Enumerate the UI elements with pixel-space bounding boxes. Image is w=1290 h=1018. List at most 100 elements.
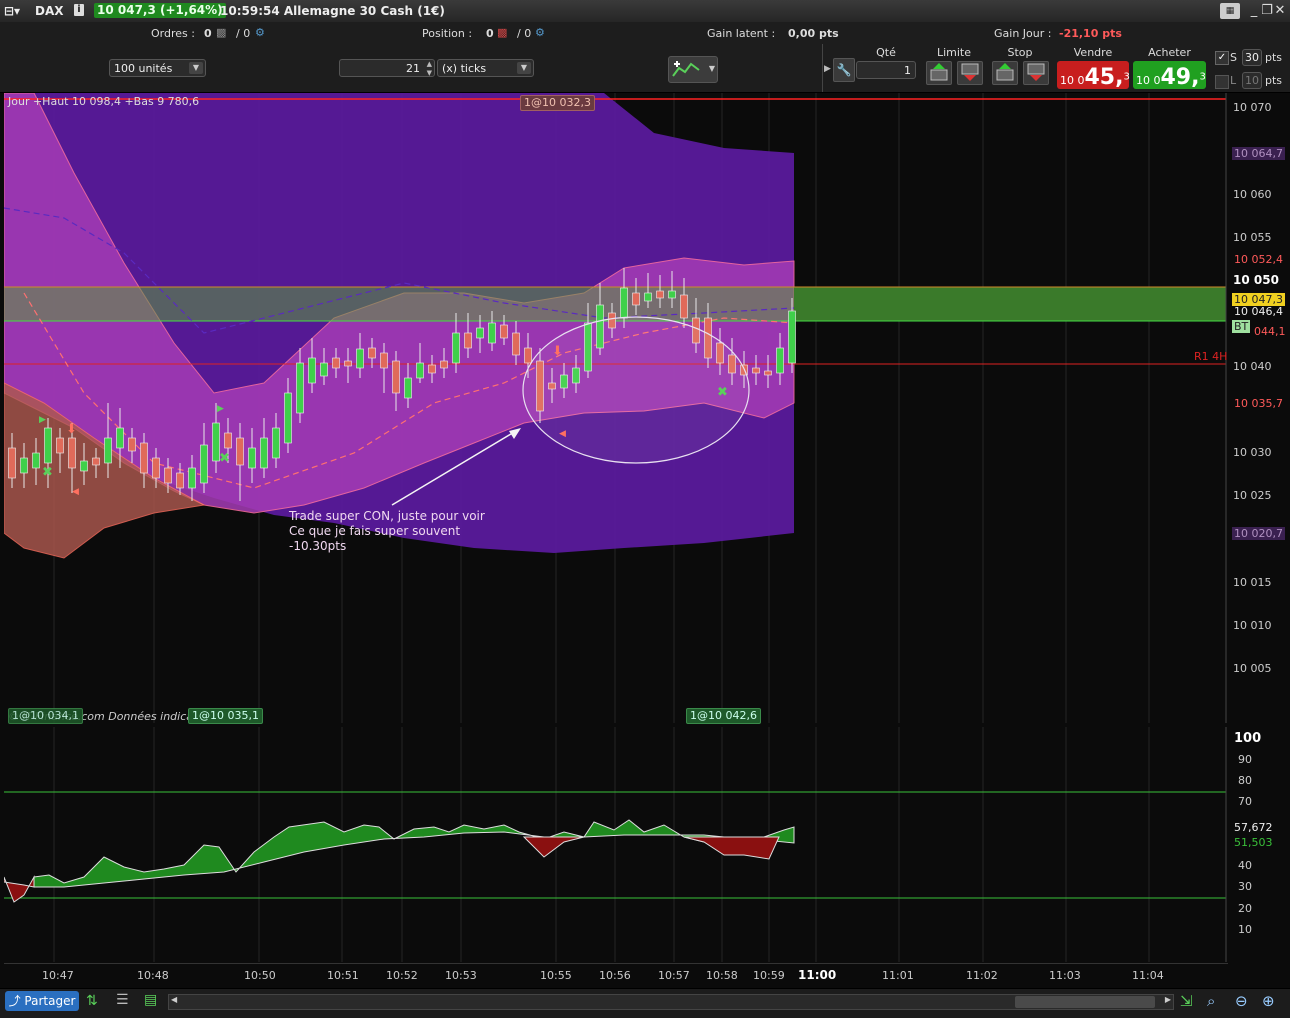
scroll-right-icon[interactable]: ▶ — [1165, 995, 1171, 1004]
order-tag-bottom-2[interactable]: 1@10 035,1 — [188, 708, 263, 724]
order-tag-bottom-3[interactable]: 1@10 042,6 — [686, 708, 761, 724]
candle-body — [668, 290, 676, 299]
order-tag-top[interactable]: 1@10 032,3 — [520, 95, 595, 111]
indicators-icon[interactable]: ⇅ — [86, 993, 98, 1009]
pivot-tag: 044,1 — [1254, 325, 1286, 338]
qty-input[interactable]: 1 — [856, 61, 916, 79]
limit-checkbox[interactable] — [1215, 75, 1229, 89]
candle-body — [380, 352, 388, 369]
annotation-line-1: Trade super CON, juste pour voir — [289, 509, 485, 523]
scroll-thumb[interactable] — [1015, 996, 1155, 1008]
qty-value: 1 — [904, 64, 911, 77]
oscillator-canvas — [4, 727, 1228, 962]
osc-value-1: 57,672 — [1234, 821, 1273, 834]
info-icon[interactable]: i — [74, 4, 84, 16]
table-icon[interactable]: ▤ — [144, 992, 157, 1008]
candle-body — [680, 294, 688, 319]
stop-buy-button[interactable] — [992, 61, 1018, 85]
zoom-fit-icon[interactable]: ⌕ — [1207, 992, 1215, 1010]
share-button[interactable]: ⤴ Partager — [5, 991, 79, 1011]
trade-annotation[interactable]: Trade super CON, juste pour voir Ce que … — [289, 509, 485, 554]
units-select[interactable]: 100 unités ▼ — [109, 59, 206, 77]
scroll-left-icon[interactable]: ◀ — [171, 995, 177, 1004]
y-tick: 10 070 — [1233, 101, 1272, 114]
y-tick: 10 040 — [1233, 360, 1272, 373]
l-unit: pts — [1265, 74, 1283, 87]
share-label: Partager — [24, 994, 76, 1008]
stop-checkbox[interactable]: ✓ — [1215, 51, 1229, 65]
sell-price-sup: 3 — [1123, 71, 1130, 83]
candle-body — [200, 444, 208, 484]
oscillator-chart[interactable]: 100 90 80 70 40 30 20 10 57,672 51,503 — [4, 727, 1273, 962]
autoscale-icon[interactable]: ⇲ — [1180, 992, 1193, 1010]
wrench-icon[interactable]: 🔧 — [833, 58, 855, 82]
time-tick: 10:47 — [42, 969, 74, 982]
s-input[interactable]: 30 — [1242, 49, 1262, 66]
zoom-out-icon[interactable]: ⊖ — [1235, 992, 1248, 1010]
price-chart-canvas: ✖ ✖ ✖ ⬇ ⬇ ▶ ▶ ◀ ◀ — [4, 93, 1228, 723]
upper-band-tag: 10 064,7 — [1232, 147, 1285, 160]
candle-body — [344, 360, 352, 367]
ticks-input[interactable]: 21 ▲ ▼ — [339, 59, 435, 77]
price-chart[interactable]: ✖ ✖ ✖ ⬇ ⬇ ▶ ▶ ◀ ◀ Jour +Haut 10 098,4 +B… — [4, 93, 1286, 724]
position-total: / 0 — [517, 27, 532, 40]
buy-triangle-icon: ▶ — [39, 415, 46, 425]
osc-y-tick: 30 — [1238, 880, 1252, 893]
time-scrollbar[interactable]: ◀ ▶ — [168, 994, 1174, 1010]
candle-body — [524, 347, 532, 364]
candle-body — [164, 467, 172, 484]
order-tag-bottom-1[interactable]: 1@10 034,1 — [8, 708, 83, 724]
time-tick: 11:01 — [882, 969, 914, 982]
price-change-badge: 10 047,3 (+1,64%) — [94, 3, 226, 18]
candle-body — [440, 360, 448, 369]
close-position-icon[interactable]: ▩ — [497, 26, 507, 39]
time-tick: 10:48 — [137, 969, 169, 982]
list-icon[interactable]: ☰ — [116, 992, 129, 1008]
limit-sell-button[interactable] — [957, 61, 983, 85]
time-tick: 10:56 — [599, 969, 631, 982]
time-tick: 10:50 — [244, 969, 276, 982]
ticks-unit-select[interactable]: (x) ticks ▼ — [437, 59, 534, 77]
spinner-icon[interactable]: ▲ ▼ — [427, 60, 432, 78]
y-tick: 10 030 — [1233, 446, 1272, 459]
stop-sell-button[interactable] — [1023, 61, 1049, 85]
sell-arrow-icon: ⬇ — [552, 344, 563, 359]
candle-body — [620, 287, 628, 319]
l-label: L — [1230, 74, 1237, 87]
osc-y-tick: 100 — [1234, 731, 1262, 746]
close-button[interactable]: ✕ — [1272, 3, 1288, 19]
candle-body — [248, 447, 256, 469]
y-tick: 10 060 — [1233, 188, 1272, 201]
chart-tools-button[interactable]: ▼ — [668, 56, 718, 83]
expand-arrow-icon[interactable]: ▶ — [824, 64, 831, 74]
green-zone-future — [794, 287, 1226, 321]
candle-body — [116, 427, 124, 449]
cancel-orders-icon[interactable]: ▩ — [216, 26, 226, 39]
candle-body — [296, 362, 304, 414]
lower-red-tag: 10 035,7 — [1234, 397, 1283, 410]
candle-body — [140, 442, 148, 474]
orders-settings-icon[interactable]: ⚙ — [255, 26, 265, 39]
osc-y-tick: 40 — [1238, 859, 1252, 872]
zoom-in-icon[interactable]: ⊕ — [1262, 992, 1275, 1010]
sell-button[interactable]: 10 045,3 — [1057, 61, 1130, 90]
keyboard-icon[interactable]: ▦ — [1220, 3, 1240, 19]
candle-body — [68, 437, 76, 469]
position-settings-icon[interactable]: ⚙ — [535, 26, 545, 39]
s-unit: pts — [1265, 51, 1283, 64]
title-bar: ⊟▾ DAX i 10 047,3 (+1,64%) 10:59:54 Alle… — [0, 0, 1290, 23]
time-tick: 10:57 — [658, 969, 690, 982]
symbol-name: DAX — [35, 4, 64, 18]
orders-total: / 0 — [236, 27, 251, 40]
candle-body — [368, 347, 376, 359]
candle-body — [512, 332, 520, 356]
app-menu-icon[interactable]: ⊟▾ — [4, 4, 20, 18]
l-input[interactable]: 10 — [1242, 72, 1262, 89]
limit-buy-button[interactable] — [926, 61, 952, 85]
chart-legend: Jour +Haut 10 098,4 +Bas 9 780,6 — [8, 95, 200, 108]
annotation-line-3: -10.30pts — [289, 539, 347, 553]
buy-button[interactable]: 10 049,3 — [1133, 61, 1206, 90]
sell-triangle-icon: ◀ — [559, 429, 566, 439]
candle-body — [44, 427, 52, 464]
s-label: S — [1230, 51, 1237, 64]
